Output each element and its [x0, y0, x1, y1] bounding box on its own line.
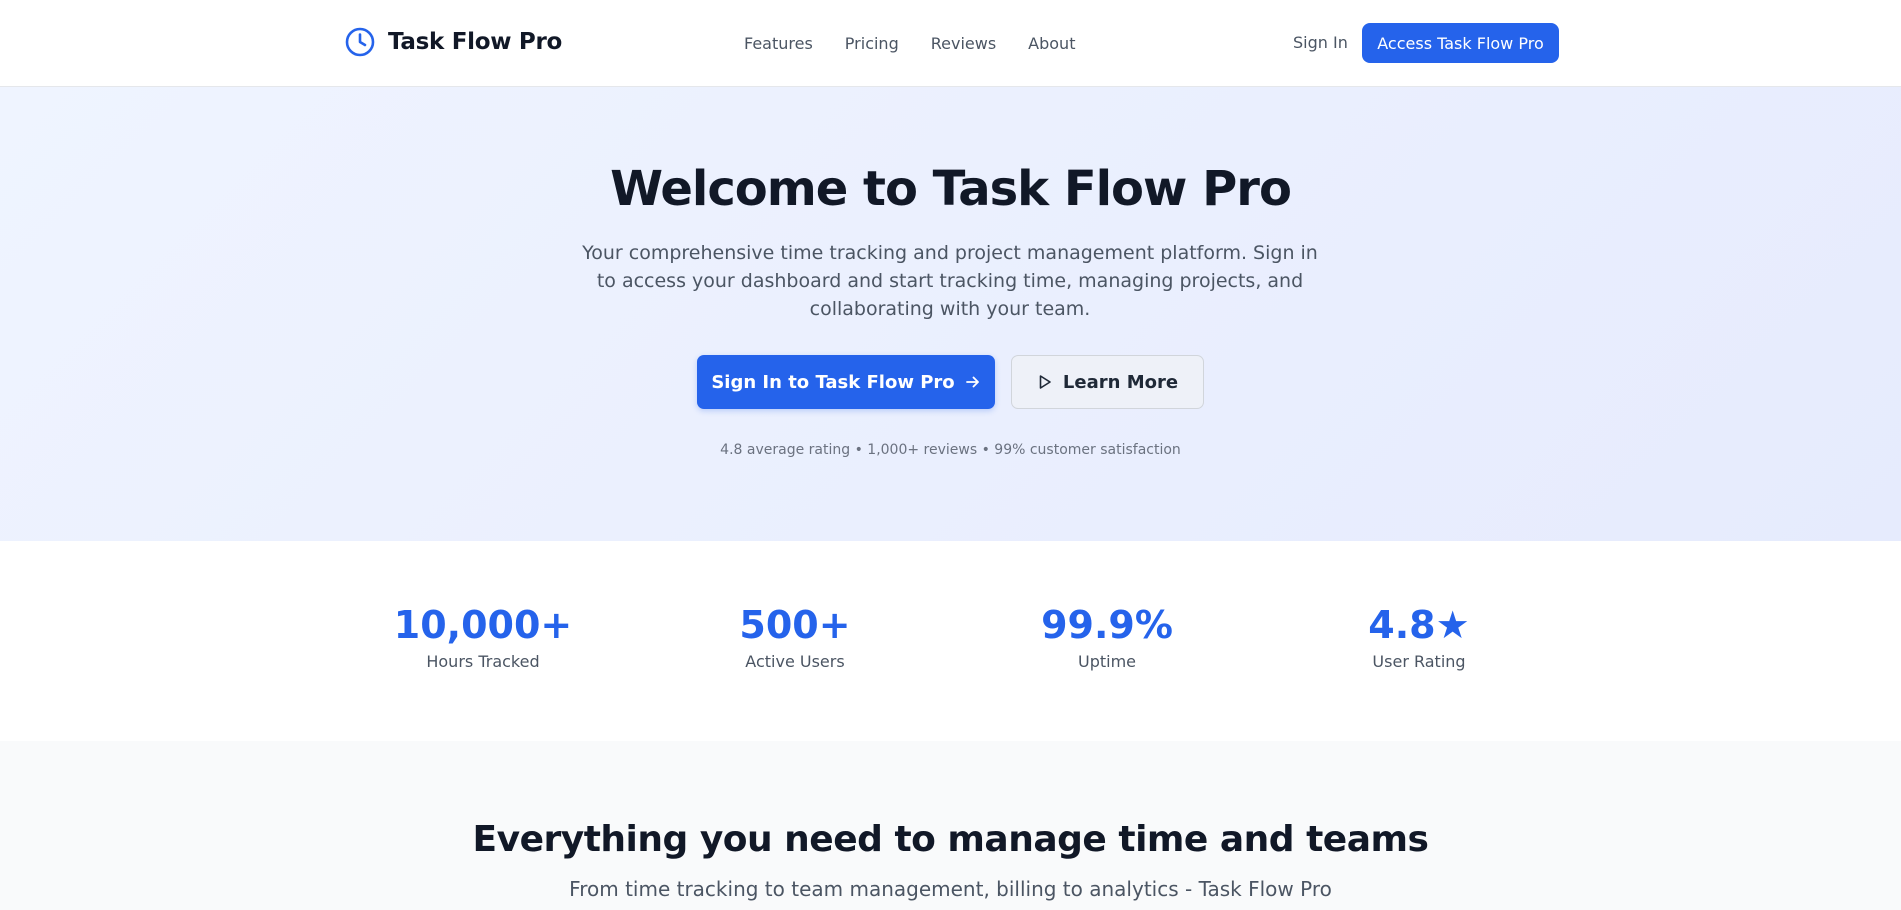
features-subtitle: From time tracking to team management, b…	[569, 877, 1332, 901]
stat-value: 500+	[739, 603, 851, 647]
nav-link-pricing[interactable]: Pricing	[845, 34, 899, 53]
stat-user-rating: 4.8★ User Rating	[1263, 602, 1575, 671]
stat-label: Hours Tracked	[426, 652, 540, 671]
hero-section: Welcome to Task Flow Pro Your comprehens…	[0, 87, 1901, 541]
clock-icon	[345, 27, 375, 57]
stat-uptime: 99.9% Uptime	[951, 602, 1263, 671]
main-nav: Features Pricing Reviews About	[744, 30, 1075, 56]
sign-in-link[interactable]: Sign In	[1293, 30, 1348, 56]
stat-active-users: 500+ Active Users	[639, 602, 951, 671]
learn-more-label: Learn More	[1062, 371, 1179, 393]
nav-link-reviews[interactable]: Reviews	[931, 34, 996, 53]
stat-hours-tracked: 10,000+ Hours Tracked	[327, 602, 639, 671]
learn-more-button[interactable]: Learn More	[1011, 355, 1204, 409]
sign-in-button-label: Sign In to Task Flow Pro	[711, 371, 955, 393]
access-task-flow-pro-button[interactable]: Access Task Flow Pro	[1362, 23, 1559, 63]
brand-logo-link[interactable]: Task Flow Pro	[344, 26, 562, 58]
stat-value: 99.9%	[1041, 603, 1173, 647]
stat-label: Uptime	[1077, 652, 1136, 671]
hero-rating-summary: 4.8 average rating • 1,000+ reviews • 99…	[720, 442, 1181, 458]
features-section: Everything you need to manage time and t…	[0, 741, 1901, 910]
brand-name: Task Flow Pro	[388, 29, 562, 55]
nav-link-features[interactable]: Features	[744, 34, 813, 53]
sign-in-to-task-flow-pro-button[interactable]: Sign In to Task Flow Pro	[697, 355, 995, 409]
hero-subtitle: Your comprehensive time tracking and pro…	[582, 242, 1318, 320]
stat-value: 4.8★	[1368, 603, 1470, 647]
stat-label: User Rating	[1372, 652, 1466, 671]
top-navbar: Task Flow Pro Features Pricing Reviews A…	[0, 0, 1901, 87]
nav-link-about[interactable]: About	[1028, 34, 1075, 53]
play-icon	[1039, 375, 1051, 389]
features-title: Everything you need to manage time and t…	[472, 819, 1429, 860]
stats-section: 10,000+ Hours Tracked 500+ Active Users …	[0, 541, 1901, 741]
hero-title: Welcome to Task Flow Pro	[610, 161, 1292, 217]
stat-value: 10,000+	[393, 603, 573, 647]
arrow-right-icon	[965, 376, 979, 388]
hero-actions: Sign In to Task Flow Pro Learn More	[0, 355, 1901, 409]
stat-label: Active Users	[745, 652, 845, 671]
